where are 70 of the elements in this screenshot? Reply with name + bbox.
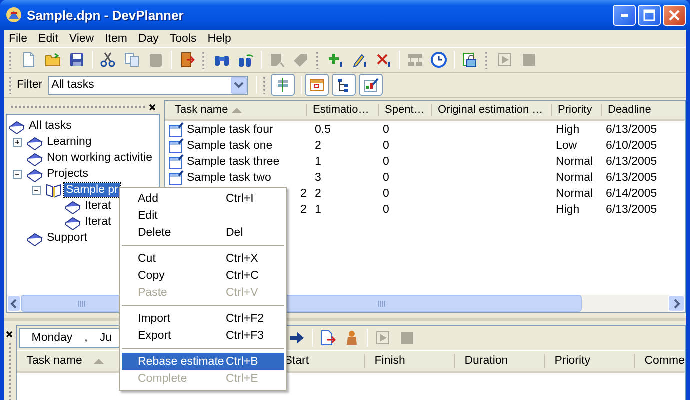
column-header[interactable]: Spent… xyxy=(379,104,432,116)
filter-label: Filter xyxy=(17,79,43,91)
column-header[interactable]: Original estimation … xyxy=(432,104,552,116)
table-cell: 0 xyxy=(383,140,390,152)
table-cell: Sample task three xyxy=(187,156,280,168)
tree-item[interactable]: Learning xyxy=(45,135,94,149)
table-cell: 0 xyxy=(383,172,390,184)
table-cell: 6/13/2005 xyxy=(606,172,658,184)
table-cell: 0.5 xyxy=(315,124,331,136)
menu-item[interactable]: Tools xyxy=(166,32,202,44)
column-header[interactable]: Duration xyxy=(454,354,545,368)
tree-item[interactable]: Iterat xyxy=(83,215,114,229)
column-header[interactable]: Deadline xyxy=(602,104,685,116)
tree-item[interactable]: Projects xyxy=(45,167,91,181)
tree-item[interactable]: Sample pr xyxy=(64,183,120,197)
menu-item[interactable]: Day xyxy=(135,32,164,44)
table-cell: 2 xyxy=(300,204,307,216)
table-cell: 2 xyxy=(315,188,322,200)
table-cell: 6/10/2005 xyxy=(606,140,658,152)
table-cell: 3 xyxy=(315,172,322,184)
menu-item[interactable]: Help xyxy=(204,32,236,44)
table-cell: Sample task four xyxy=(187,124,274,136)
menu-item[interactable]: Add Ctrl+I xyxy=(122,190,284,207)
task-row[interactable]: Sample task two 3 0 Normal 6/13/2005 xyxy=(165,170,685,186)
table-cell: 6/13/2005 xyxy=(606,124,658,136)
task-row[interactable]: Sample task one 2 0 Low 6/10/2005 xyxy=(165,138,685,154)
table-cell: High xyxy=(556,124,580,136)
table-cell: 6/13/2005 xyxy=(606,204,658,216)
table-cell: 1 xyxy=(315,204,322,216)
table-cell: High xyxy=(556,204,580,216)
menu-item[interactable]: Edit xyxy=(36,32,64,44)
tree-item[interactable]: Non working activitie xyxy=(45,151,154,165)
menu-item[interactable]: View xyxy=(66,32,100,44)
task-row[interactable]: Sample task three 1 0 Normal 6/13/2005 xyxy=(165,154,685,170)
table-cell: Normal xyxy=(556,156,594,168)
table-cell: 6/14/2005 xyxy=(606,188,658,200)
table-cell: Low xyxy=(556,140,578,152)
column-header[interactable]: Estimatio… xyxy=(307,104,379,116)
menu-item[interactable]: Cut Ctrl+X xyxy=(122,250,284,267)
table-cell: 6/13/2005 xyxy=(606,156,658,168)
table-cell: 1 xyxy=(315,156,322,168)
tree-item[interactable]: All tasks xyxy=(27,119,74,133)
column-header[interactable]: Priority xyxy=(552,104,602,116)
table-cell: Sample task one xyxy=(187,140,273,152)
menu-item[interactable]: Delete Del xyxy=(122,224,284,241)
task-row[interactable]: Sample task four 0.5 0 High 6/13/2005 xyxy=(165,122,685,138)
table-cell: 0 xyxy=(383,156,390,168)
column-header[interactable]: Finish xyxy=(364,354,455,368)
menu-item[interactable]: File xyxy=(6,32,33,44)
tree-item[interactable]: Support xyxy=(45,231,90,245)
table-cell: 2 xyxy=(300,188,307,200)
table-cell: 2 xyxy=(315,140,322,152)
menu-item[interactable]: Rebase estimate Ctrl+B xyxy=(122,353,284,370)
menu-item[interactable]: Export Ctrl+F3 xyxy=(122,327,284,344)
column-header[interactable]: Comme xyxy=(634,354,685,368)
table-cell: 0 xyxy=(383,188,390,200)
menu-item[interactable]: Copy Ctrl+C xyxy=(122,267,284,284)
tree-item[interactable]: Iterat xyxy=(83,199,114,213)
table-cell: 0 xyxy=(383,204,390,216)
window-title: Sample.dpn - DevPlanner xyxy=(27,8,185,22)
table-cell: Normal xyxy=(556,172,594,184)
column-header[interactable]: Priority xyxy=(544,354,635,368)
column-header[interactable]: Task name xyxy=(165,104,307,116)
menu-item[interactable]: Import Ctrl+F2 xyxy=(122,310,284,327)
table-cell: Normal xyxy=(556,188,594,200)
filter-dropdown[interactable]: All tasks xyxy=(48,76,248,94)
menu-item[interactable]: Edit xyxy=(122,207,284,224)
table-cell: 0 xyxy=(383,124,390,136)
table-cell: Sample task two xyxy=(187,172,272,184)
menu-item[interactable]: Item xyxy=(102,32,132,44)
